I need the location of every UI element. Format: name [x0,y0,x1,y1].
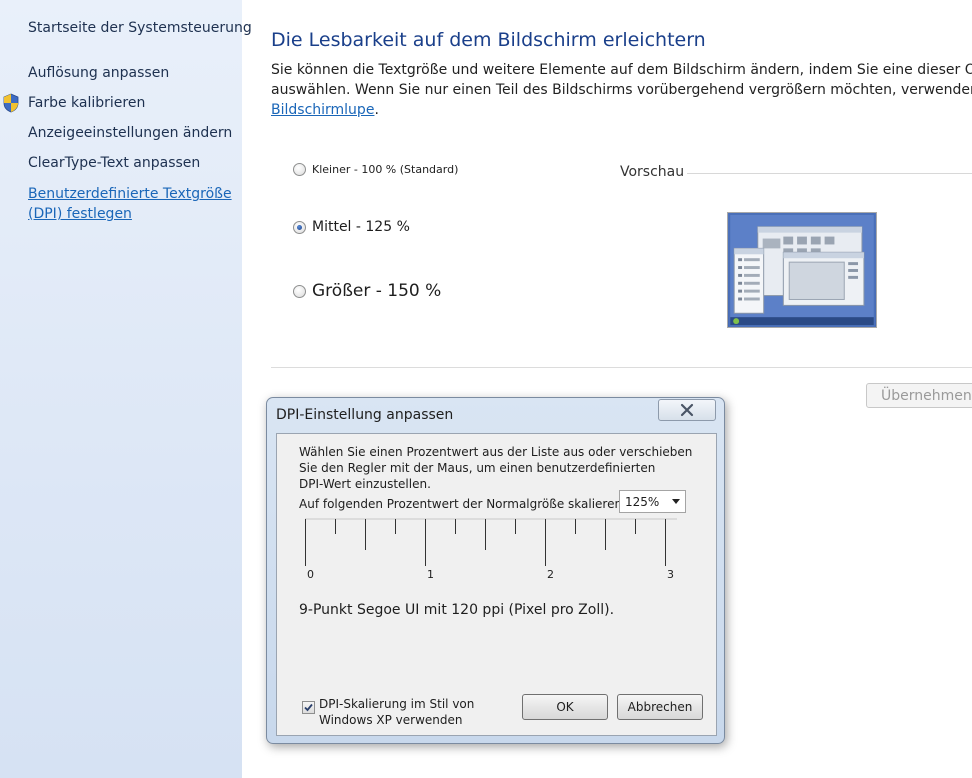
dialog-instructions: Wählen Sie einen Prozentwert aus der Lis… [299,444,699,492]
radio-medium[interactable] [293,220,306,234]
sidebar-item-custom-dpi-line1: Benutzerdefinierte Textgröße [28,186,232,202]
apply-button[interactable]: Übernehmen [866,383,972,408]
option-smaller-label: Kleiner - 100 % (Standard) [312,163,459,176]
sidebar-item-custom-dpi[interactable]: Benutzerdefinierte Textgröße (DPI) festl… [28,184,232,224]
option-larger-label: Größer - 150 % [312,281,442,301]
option-smaller[interactable]: Kleiner - 100 % (Standard) [293,163,458,176]
xp-style-scaling-checkbox[interactable] [302,701,315,714]
option-larger[interactable]: Größer - 150 % [293,281,441,301]
ruler-label-0: 0 [307,568,314,581]
dpi-ruler[interactable]: 0 1 2 3 [305,518,677,581]
dialog-close-button[interactable] [658,399,716,421]
preview-label: Vorschau [620,164,685,180]
preview-divider [687,173,972,174]
scale-label: Auf folgenden Prozentwert der Normalgröß… [299,497,627,511]
checkbox-label-line-2: Windows XP verwenden [319,713,463,727]
dpi-settings-dialog: DPI-Einstellung anpassen Wählen Sie eine… [266,397,725,744]
navigation-pane: Startseite der Systemsteuerung Auflösung… [0,0,252,778]
instruction-line-1: Wählen Sie einen Prozentwert aus der Lis… [299,445,693,459]
sidebar-item-adjust-resolution[interactable]: Auflösung anpassen [28,65,169,81]
ok-button[interactable]: OK [522,694,608,720]
dialog-title: DPI-Einstellung anpassen [276,407,454,423]
sidebar-item-calibrate-color[interactable]: Farbe kalibrieren [28,95,145,111]
content-divider [271,367,972,368]
dpi-info-text: 9-Punkt Segoe UI mit 120 ppi (Pixel pro … [299,602,615,618]
radio-larger[interactable] [293,284,306,298]
radio-smaller[interactable] [293,163,306,176]
ruler-label-3: 3 [667,568,674,581]
option-medium[interactable]: Mittel - 125 % [293,219,410,235]
scale-percent-value: 125% [625,494,660,509]
chevron-down-icon [672,499,680,504]
description-line-3: Bildschirmlupe. [271,100,972,120]
checkmark-icon [304,703,313,712]
description-line-1: Sie können die Textgröße und weitere Ele… [271,62,972,78]
close-icon [680,403,694,417]
ruler-label-2: 2 [547,568,554,581]
option-medium-label: Mittel - 125 % [312,219,410,235]
sidebar-item-change-display-settings[interactable]: Anzeigeeinstellungen ändern [28,125,232,141]
ruler-ticks [305,518,677,566]
page-description: Sie können die Textgröße und weitere Ele… [271,60,972,120]
preview-image [727,212,877,328]
description-period: . [374,102,379,118]
cancel-button[interactable]: Abbrechen [617,694,703,720]
ruler-label-1: 1 [427,568,434,581]
page-title: Die Lesbarkeit auf dem Bildschirm erleic… [271,29,706,51]
sidebar-item-adjust-cleartype[interactable]: ClearType-Text anpassen [28,155,200,171]
uac-shield-icon [3,93,19,113]
xp-style-scaling-option[interactable]: DPI-Skalierung im Stil von Windows XP ve… [302,696,474,728]
instruction-line-2: Sie den Regler mit der Maus, um einen be… [299,461,656,475]
sidebar-item-custom-dpi-line2: (DPI) festlegen [28,206,132,222]
sidebar-item-control-panel-home[interactable]: Startseite der Systemsteuerung [28,20,252,36]
dialog-body: Wählen Sie einen Prozentwert aus der Lis… [276,433,717,736]
scale-percent-dropdown[interactable]: 125% [619,490,686,513]
checkbox-label-line-1: DPI-Skalierung im Stil von [319,697,475,711]
magnifier-link[interactable]: Bildschirmlupe [271,102,374,118]
description-line-2: auswählen. Wenn Sie nur einen Teil des B… [271,82,972,98]
xp-style-scaling-label: DPI-Skalierung im Stil von Windows XP ve… [319,696,474,728]
